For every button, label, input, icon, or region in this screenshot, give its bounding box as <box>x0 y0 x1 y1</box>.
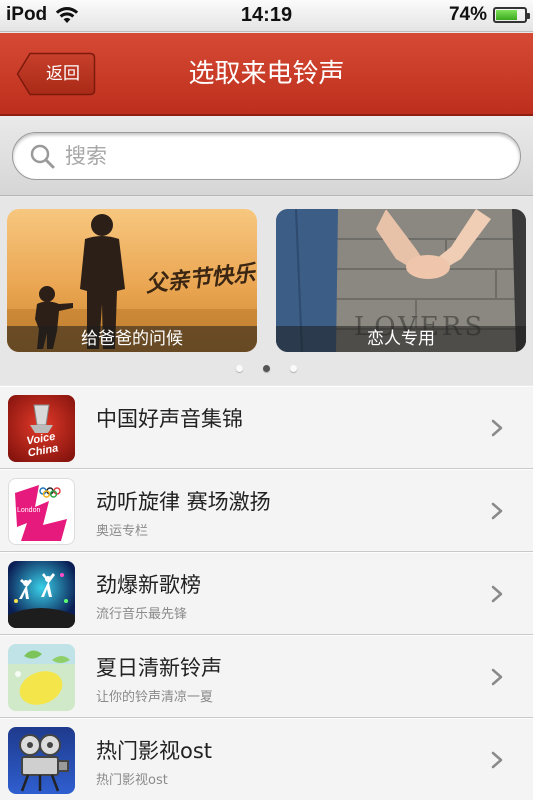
list-item[interactable]: 劲爆新歌榜 流行音乐最先锋 <box>0 552 533 635</box>
banner-lovers[interactable]: LOVERS 恋人专用 <box>276 209 526 352</box>
search-field[interactable] <box>12 132 521 180</box>
battery-icon <box>493 7 530 23</box>
status-bar: iPod 14:19 74% <box>0 0 533 32</box>
dancers-graphic-icon <box>8 561 75 628</box>
banner-caption: 给爸爸的问候 <box>7 326 257 352</box>
list-item[interactable]: Voice China 中国好声音集锦 <box>0 386 533 469</box>
list-item-subtitle: 让你的铃声清凉一夏 <box>96 690 214 705</box>
carrier-label: iPod <box>6 4 48 25</box>
list-item-title: 中国好声音集锦 <box>96 407 243 431</box>
list-item-title: 夏日清新铃声 <box>96 656 222 680</box>
list-item-subtitle: 奥运专栏 <box>96 524 149 539</box>
list-item[interactable]: London 动听旋律 赛场激扬 奥运专栏 <box>0 469 533 552</box>
chevron-right-icon <box>491 419 503 437</box>
battery-percent: 74% <box>448 4 487 25</box>
status-right: 74% <box>448 4 530 26</box>
carousel-page-indicator <box>0 365 533 372</box>
ringtone-category-list: Voice China 中国好声音集锦 London 动听旋律 赛场激扬 奥运专… <box>0 386 533 800</box>
page-dot <box>236 365 243 372</box>
status-left: iPod <box>6 4 79 26</box>
search-input[interactable] <box>65 144 485 168</box>
list-item-title: 动听旋律 赛场激扬 <box>96 490 271 514</box>
list-item-subtitle: 流行音乐最先锋 <box>96 607 188 622</box>
list-item-title: 劲爆新歌榜 <box>96 573 201 597</box>
lemon-graphic-icon <box>8 644 75 711</box>
chevron-right-icon <box>491 668 503 686</box>
list-item-subtitle: 热门影视ost <box>96 773 168 788</box>
banner-carousel[interactable]: 父亲节快乐 给爸爸的问候 LOVERS <box>0 197 533 385</box>
nav-bar: 返回 选取来电铃声 <box>0 33 533 116</box>
london-2012-logo-icon: London <box>8 478 75 545</box>
chevron-right-icon <box>491 502 503 520</box>
list-item[interactable]: 夏日清新铃声 让你的铃声清凉一夏 <box>0 635 533 718</box>
film-projector-graphic-icon <box>8 727 75 794</box>
back-button-label: 返回 <box>46 64 80 84</box>
chevron-right-icon <box>491 751 503 769</box>
search-bar <box>0 118 533 196</box>
battery-fill <box>496 10 517 20</box>
chevron-right-icon <box>491 585 503 603</box>
list-item-title: 热门影视ost <box>96 739 213 763</box>
voice-china-logo-icon: Voice China <box>8 395 75 462</box>
list-item[interactable]: 热门影视ost 热门影视ost <box>0 718 533 800</box>
banner-fathers-day[interactable]: 父亲节快乐 给爸爸的问候 <box>7 209 257 352</box>
banner-caption: 恋人专用 <box>276 326 526 352</box>
back-button[interactable]: 返回 <box>16 52 96 96</box>
search-icon <box>30 144 55 169</box>
wifi-icon <box>55 7 79 23</box>
page-dot-active <box>263 365 270 372</box>
page-dot <box>290 365 297 372</box>
thumb-art-text: London <box>17 507 41 514</box>
